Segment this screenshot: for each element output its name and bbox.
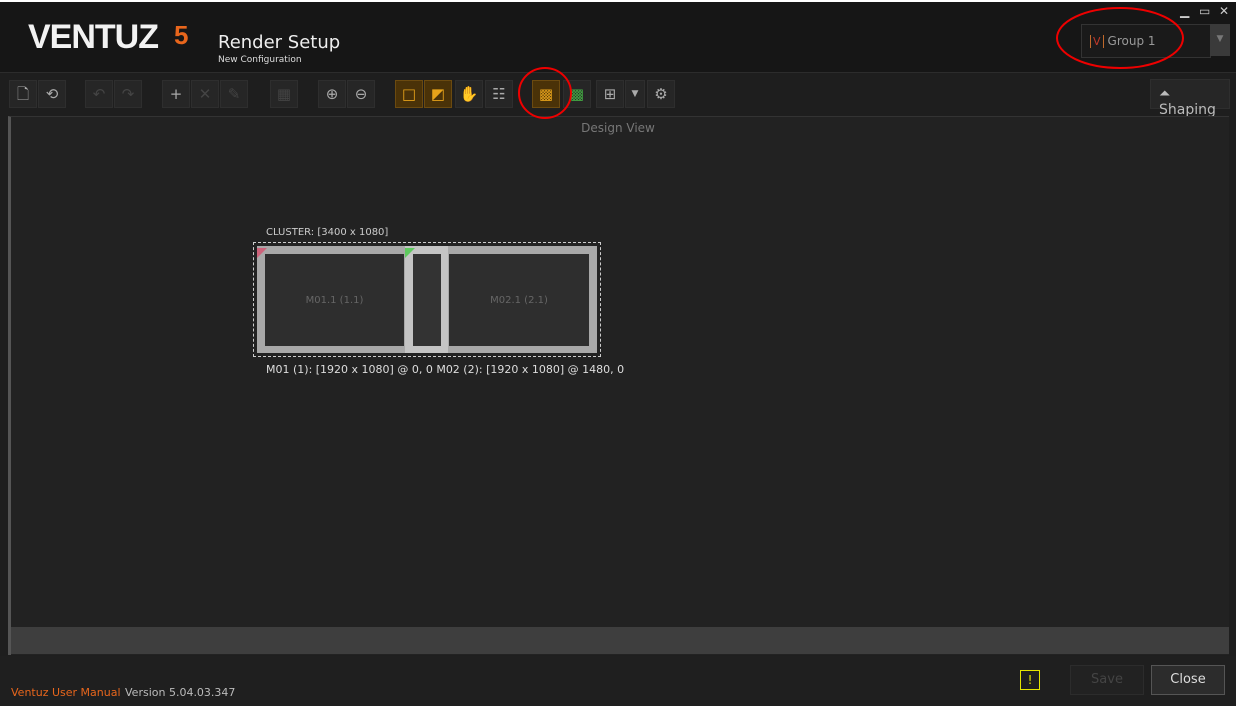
annotation-circle [518, 67, 572, 119]
warning-icon[interactable]: ! [1020, 670, 1040, 690]
user-manual-link[interactable]: Ventuz User Manual [11, 686, 121, 699]
annotation-circle [1056, 7, 1184, 69]
save-button[interactable]: Save [1070, 665, 1144, 695]
close-button[interactable]: Close [1151, 665, 1225, 695]
version-label: Version 5.04.03.347 [125, 686, 236, 699]
annotation-overlay [518, 7, 1184, 119]
